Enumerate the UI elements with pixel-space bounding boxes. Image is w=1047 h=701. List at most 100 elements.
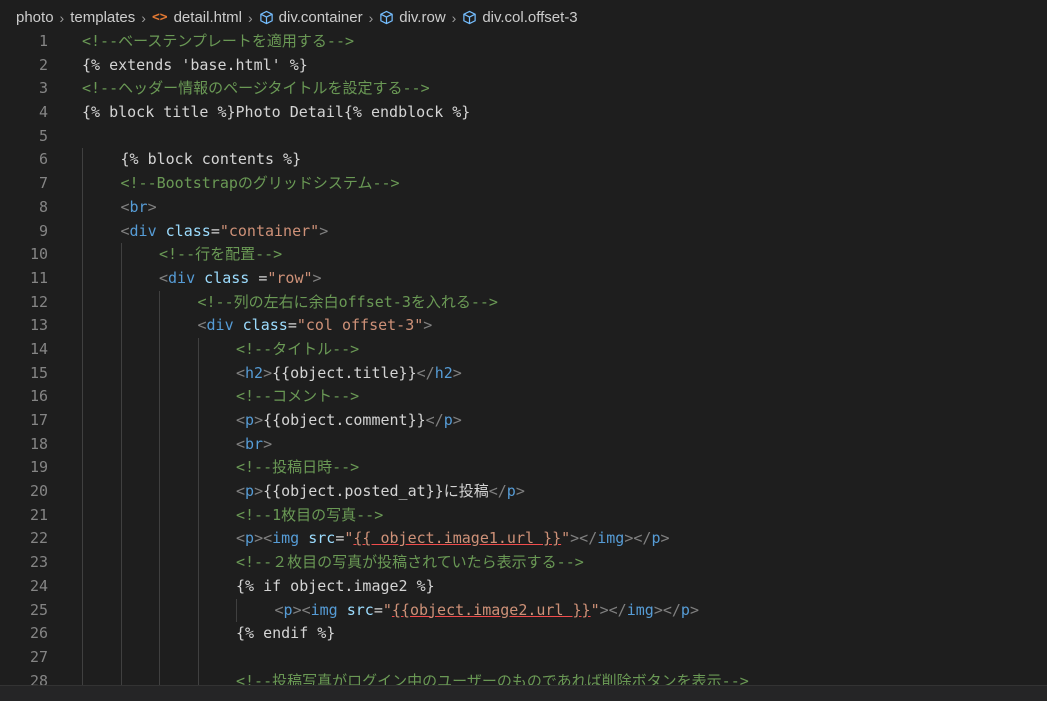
- code-token: <!--列の左右に余白offset-3を入れる-->: [197, 292, 498, 311]
- breadcrumb-item-folder[interactable]: templates: [70, 9, 135, 26]
- indent-guide: [120, 290, 122, 315]
- indent-guide: [120, 598, 122, 623]
- chevron-right-icon: ›: [59, 9, 65, 26]
- code-line[interactable]: 2 {% extends 'base.html' %}: [0, 54, 1047, 78]
- code-token: >: [660, 529, 670, 548]
- indent-guide: [159, 645, 160, 670]
- indent-guide: [120, 527, 122, 552]
- indent-guide: [82, 219, 83, 244]
- indent-guide: [82, 361, 83, 386]
- code-line[interactable]: 17 <p>{{object.comment}}</p>: [0, 409, 1047, 433]
- code-line[interactable]: 27: [0, 645, 1047, 670]
- breadcrumb-item-file[interactable]: <> detail.html: [152, 9, 242, 26]
- code-content: <br>: [121, 196, 157, 220]
- chevron-right-icon: ›: [451, 9, 457, 26]
- code-token: br: [245, 434, 264, 453]
- indent-guide: [197, 480, 199, 504]
- indent-guide: [197, 385, 199, 409]
- code-token: </: [425, 411, 444, 429]
- code-line[interactable]: 12 <!--列の左右に余白offset-3を入れる-->: [0, 290, 1047, 315]
- code-content: <!--タイトル-->: [236, 338, 359, 362]
- code-token: {{object.title}}: [272, 363, 417, 382]
- code-line[interactable]: 14 <!--タイトル-->: [0, 337, 1047, 362]
- code-line[interactable]: 18 <br>: [0, 432, 1047, 457]
- code-content: <p><img src="{{ object.image1.url }}"></…: [236, 527, 670, 551]
- line-number: 9: [38, 221, 48, 240]
- code-line[interactable]: 10 <!--行を配置-->: [0, 243, 1047, 267]
- code-line[interactable]: 25 <p><img src="{{object.image2.url }}"><…: [0, 598, 1047, 623]
- indent-guide: [159, 598, 160, 623]
- code-token: ></: [599, 600, 627, 619]
- code-line[interactable]: 8 <br>: [0, 195, 1047, 220]
- code-line[interactable]: 24 {% if object.image2 %}: [0, 574, 1047, 599]
- code-line[interactable]: 9 <div class="container">: [0, 219, 1047, 244]
- code-token: </: [416, 363, 435, 382]
- code-line[interactable]: 11 <div class ="row">: [0, 266, 1047, 291]
- code-token: <!--Bootstrapのグリッドシステム-->: [120, 174, 400, 193]
- code-content: {% block contents %}: [121, 148, 302, 172]
- indent-guide: [197, 622, 199, 646]
- code-token: p: [680, 600, 690, 619]
- indent-guide: [120, 314, 122, 338]
- code-token: {% extends 'base.html' %}: [82, 55, 308, 74]
- code-line[interactable]: 21 <!--1枚目の写真-->: [0, 503, 1047, 528]
- code-token: img: [626, 600, 654, 619]
- indent-guide: [159, 290, 160, 315]
- code-line[interactable]: 5: [0, 125, 1047, 149]
- horizontal-scrollbar[interactable]: [0, 685, 1047, 701]
- code-token: <!--1枚目の写真-->: [236, 505, 384, 524]
- code-token: br: [129, 197, 148, 216]
- indent-guide: [197, 503, 199, 528]
- indent-guide: [197, 551, 199, 575]
- breadcrumb-item-folder[interactable]: photo: [16, 9, 54, 26]
- code-line[interactable]: 3 <!--ヘッダー情報のページタイトルを設定する-->: [0, 77, 1047, 101]
- code-token: p: [245, 482, 255, 501]
- breadcrumb-label: div.container: [278, 9, 363, 26]
- element-cube-icon: [463, 10, 477, 25]
- breadcrumb-label: photo: [16, 9, 54, 26]
- line-number: 5: [38, 126, 48, 145]
- code-line[interactable]: 15 <h2>{{object.title}}</h2>: [0, 361, 1047, 386]
- code-line[interactable]: 20 <p>{{object.posted_at}}に投稿</p>: [0, 480, 1047, 504]
- code-line[interactable]: 28 <!--投稿写真がログイン中のユーザーのものであれば削除ボタンを表示-->: [0, 669, 1047, 686]
- breadcrumb-label: templates: [70, 9, 136, 26]
- code-token: {% block title %}Photo Detail{% endblock…: [82, 103, 471, 122]
- code-line[interactable]: 22 <p><img src="{{ object.image1.url }}">…: [0, 527, 1047, 552]
- breadcrumb-item-element[interactable]: div.container: [259, 9, 363, 26]
- code-line[interactable]: 4 {% block title %}Photo Detail{% endbloc…: [0, 101, 1047, 125]
- code-token: <: [236, 363, 246, 382]
- indent-guide: [120, 385, 122, 409]
- code-line[interactable]: 23 <!--２枚目の写真が投稿されていたら表示する-->: [0, 551, 1047, 575]
- code-token: <: [236, 411, 246, 429]
- breadcrumb-item-element[interactable]: div.col.offset-3: [462, 9, 578, 26]
- code-token: ": [561, 529, 571, 548]
- indent-guide: [82, 243, 83, 267]
- code-token: ><: [254, 529, 273, 548]
- line-number: 27: [29, 647, 48, 666]
- chevron-right-icon: ›: [368, 9, 374, 26]
- indent-guide: [159, 622, 160, 646]
- code-line[interactable]: 1 <!--ベーステンプレートを適用する-->: [0, 30, 1047, 54]
- breadcrumb-label: div.row: [399, 9, 446, 26]
- code-token: ": [382, 600, 392, 619]
- code-content: <!--1枚目の写真-->: [236, 504, 383, 528]
- code-token: <: [120, 221, 130, 240]
- line-number: 10: [29, 245, 48, 264]
- code-line[interactable]: 6 {% block contents %}: [0, 148, 1047, 173]
- indent-guide: [120, 645, 122, 670]
- indent-guide: [120, 622, 122, 646]
- code-line[interactable]: 19 <!--投稿日時-->: [0, 456, 1047, 481]
- line-number: 4: [38, 103, 48, 122]
- code-line[interactable]: 13 <div class="col offset-3">: [0, 314, 1047, 338]
- code-content: <!--投稿写真がログイン中のユーザーのものであれば削除ボタンを表示-->: [236, 670, 749, 686]
- code-editor[interactable]: 1 <!--ベーステンプレートを適用する--> 2 {% extends 'base.…: [0, 30, 1047, 686]
- indent-guide: [82, 432, 83, 457]
- code-line[interactable]: 16 <!--コメント-->: [0, 385, 1047, 409]
- code-content: <!--行を配置-->: [159, 243, 282, 267]
- line-number: 3: [38, 79, 48, 98]
- breadcrumb-item-element[interactable]: div.row: [379, 9, 446, 26]
- code-line[interactable]: 7 <!--Bootstrapのグリッドシステム-->: [0, 172, 1047, 196]
- code-line[interactable]: 26 {% endif %}: [0, 622, 1047, 646]
- indent-guide: [120, 361, 122, 386]
